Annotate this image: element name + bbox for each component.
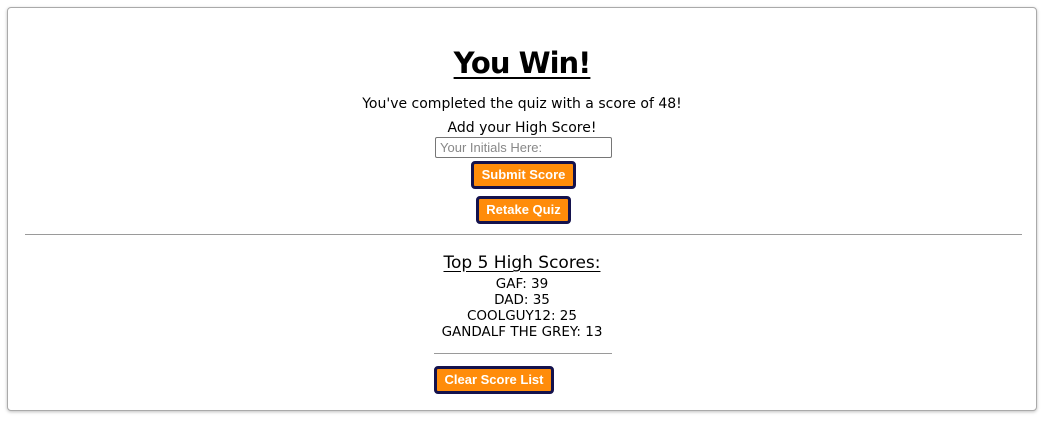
high-score-entry: GANDALF THE GREY: 13: [441, 324, 603, 340]
high-score-entry: COOLGUY12: 25: [467, 308, 577, 324]
page-title: You Win!: [453, 46, 592, 80]
retake-quiz-button[interactable]: Retake Quiz: [476, 196, 571, 224]
clear-score-list-button[interactable]: Clear Score List: [434, 366, 554, 394]
add-high-score-label: Add your High Score!: [447, 120, 597, 136]
high-score-entry: DAD: 35: [494, 292, 550, 308]
quiz-result-card: You Win! You've completed the quiz with …: [7, 7, 1037, 411]
high-score-entry: GAF: 39: [495, 276, 549, 292]
initials-input[interactable]: [435, 137, 612, 158]
list-divider: [434, 353, 612, 354]
high-scores-title: Top 5 High Scores:: [443, 253, 601, 273]
score-message: You've completed the quiz with a score o…: [362, 96, 682, 112]
high-scores-list: GAF: 39 DAD: 35 COOLGUY12: 25 GANDALF TH…: [8, 276, 1036, 340]
section-divider: [25, 234, 1022, 235]
submit-score-button[interactable]: Submit Score: [471, 161, 576, 189]
